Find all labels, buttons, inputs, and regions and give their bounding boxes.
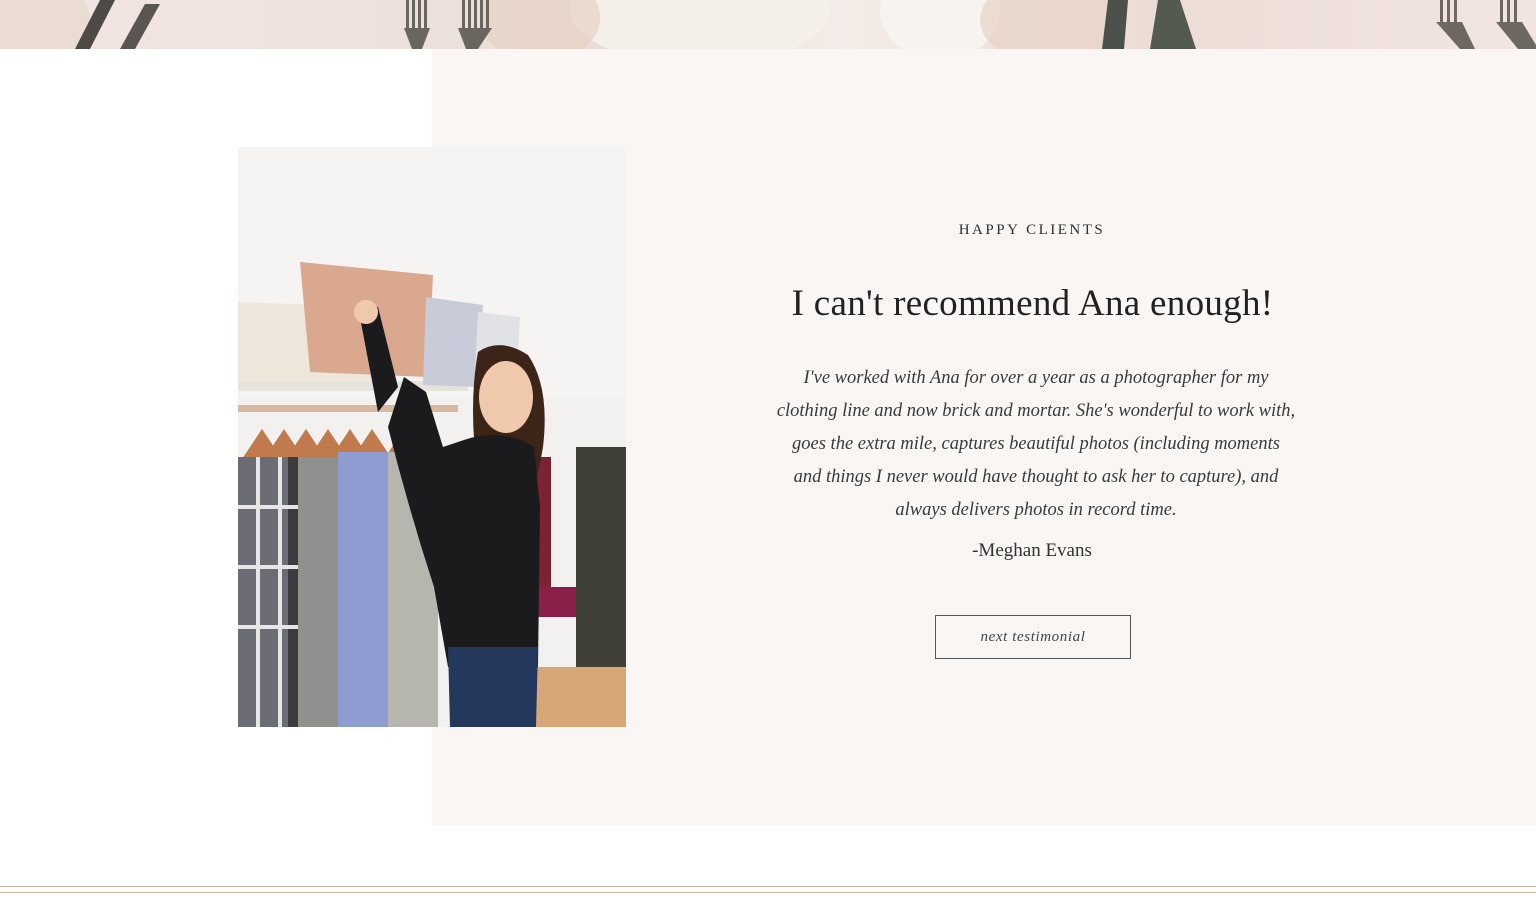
client-photo — [238, 147, 626, 727]
next-testimonial-button[interactable]: next testimonial — [935, 615, 1131, 659]
section-eyebrow: HAPPY CLIENTS — [958, 222, 1106, 238]
testimonial-author: -Meghan Evans — [972, 540, 1092, 561]
client-photo-illustration — [238, 147, 626, 727]
testimonial-headline: I can't recommend Ana enough! — [791, 283, 1274, 324]
table-setting-image — [0, 0, 1536, 49]
divider-line — [0, 886, 1536, 887]
divider-line — [0, 892, 1536, 893]
page: HAPPY CLIENTS I can't recommend Ana enou… — [0, 0, 1536, 917]
testimonial-quote: I've worked with Ana for over a year as … — [776, 368, 1296, 520]
table-setting-illustration — [0, 0, 1536, 49]
